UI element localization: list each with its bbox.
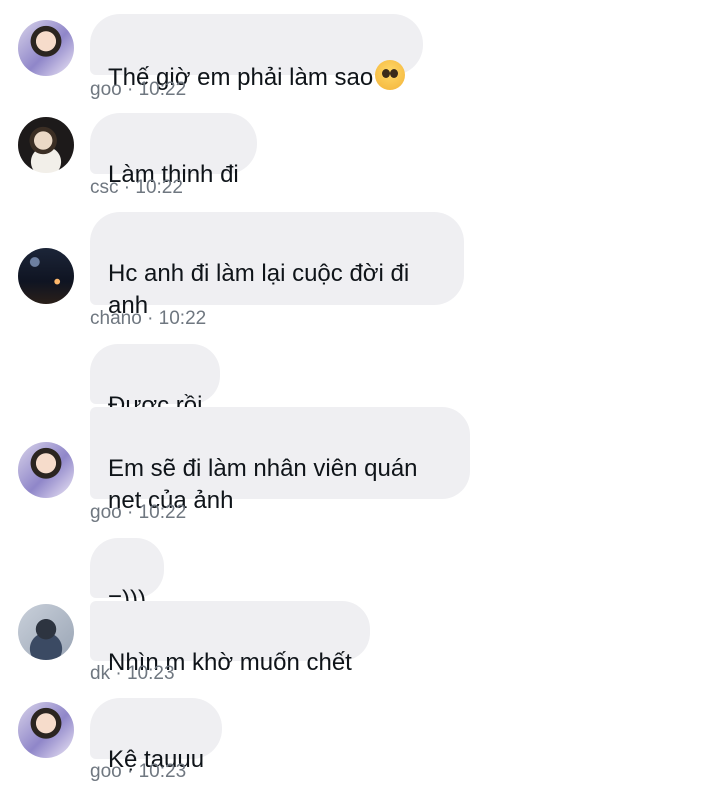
sender-name: dk: [90, 663, 111, 684]
timestamp: 10:23: [126, 663, 175, 684]
timestamp: 10:22: [135, 177, 183, 198]
sender-name: goo: [90, 79, 122, 100]
pleading-face-emoji-icon: [375, 60, 406, 90]
avatar[interactable]: [18, 117, 74, 173]
avatar[interactable]: [18, 442, 74, 498]
separator-dot: ·: [126, 502, 134, 523]
sender-name: chano: [90, 308, 142, 329]
separator-dot: ·: [147, 308, 154, 329]
timestamp: 10:22: [158, 308, 207, 329]
message-meta: csc · 10:22: [90, 177, 183, 199]
timestamp: 10:22: [138, 502, 187, 523]
message-bubble: Làm thinh đi: [90, 113, 257, 188]
message-meta: goo · 10:23: [90, 761, 186, 783]
avatar[interactable]: [18, 20, 74, 76]
sender-name: goo: [90, 502, 122, 523]
separator-dot: ·: [126, 79, 134, 100]
separator-dot: ·: [115, 663, 122, 684]
sender-name: csc: [90, 177, 119, 198]
timestamp: 10:23: [138, 761, 187, 782]
message-meta: chano · 10:22: [90, 308, 206, 330]
message-bubble: Kệ tauuu: [90, 698, 223, 773]
message-bubble: Em sẽ đi làm nhân viên quán net của ảnh: [90, 407, 470, 514]
message-bubble: Hc anh đi làm lại cuộc đời đi anh: [90, 212, 464, 319]
message-meta: goo · 10:22: [90, 79, 186, 101]
message-bubble: =))): [90, 538, 164, 613]
message-bubble: Thế giờ em phải làm sao: [90, 14, 424, 91]
message-meta: dk · 10:23: [90, 663, 175, 685]
sender-name: goo: [90, 761, 122, 782]
avatar[interactable]: [18, 248, 74, 304]
timestamp: 10:22: [138, 79, 187, 100]
message-bubble: Được rồi: [90, 344, 221, 419]
separator-dot: ·: [123, 177, 131, 198]
message-bubble: Nhìn m khờ muốn chết: [90, 601, 370, 676]
message-meta: goo · 10:22: [90, 502, 186, 524]
avatar[interactable]: [18, 702, 74, 758]
separator-dot: ·: [126, 761, 134, 782]
avatar[interactable]: [18, 604, 74, 660]
